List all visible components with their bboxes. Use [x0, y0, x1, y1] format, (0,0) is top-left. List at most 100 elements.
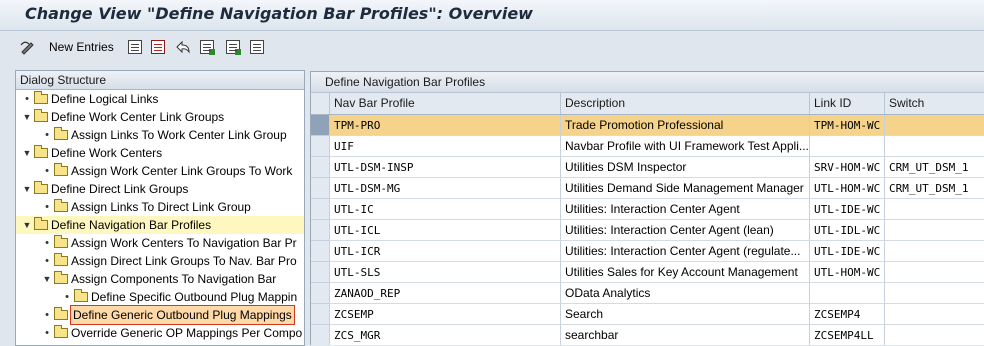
expand-triangle-icon[interactable]: ▼ — [22, 108, 32, 126]
expand-triangle-icon[interactable]: ▼ — [22, 180, 32, 198]
row-selector[interactable] — [311, 283, 329, 304]
tree-item[interactable]: • Assign Links To Work Center Link Group — [16, 126, 287, 144]
tree-item[interactable]: ▼ Define Work Center Link Groups — [16, 108, 224, 126]
row-selector[interactable] — [311, 325, 329, 345]
cell-profile[interactable]: UTL-ICR — [329, 241, 560, 262]
row-selector[interactable] — [311, 241, 329, 262]
cell-description[interactable]: searchbar — [560, 325, 809, 345]
cell-switch[interactable]: CRM_UT_DSM_1 — [884, 157, 984, 178]
row-selector[interactable] — [311, 157, 329, 178]
tree-item[interactable]: ▼ Assign Components To Navigation Bar — [16, 270, 276, 288]
table-row[interactable]: ZCS_MGR searchbar ZCSEMP4LL — [311, 325, 984, 345]
cell-profile[interactable]: UTL-SLS — [329, 262, 560, 283]
undo-icon[interactable] — [175, 38, 191, 56]
cell-switch[interactable] — [884, 262, 984, 283]
cell-description[interactable]: Navbar Profile with UI Framework Test Ap… — [560, 136, 809, 157]
cell-switch[interactable] — [884, 304, 984, 325]
cell-description[interactable]: Search — [560, 304, 809, 325]
table-row[interactable]: UTL-DSM-MG Utilities Demand Side Manageme… — [311, 178, 984, 199]
cell-profile[interactable]: UTL-DSM-INSP — [329, 157, 560, 178]
select-all-column[interactable] — [311, 93, 329, 114]
table-row[interactable]: ZCSEMP Search ZCSEMP4 — [311, 304, 984, 325]
tree-item[interactable]: • Assign Links To Direct Link Group — [16, 198, 251, 216]
cell-description[interactable]: Utilities: Interaction Center Agent (lea… — [560, 220, 809, 241]
row-selector[interactable] — [311, 178, 329, 199]
cell-description[interactable]: OData Analytics — [560, 283, 809, 304]
cell-switch[interactable] — [884, 199, 984, 220]
cell-switch[interactable] — [884, 325, 984, 345]
cell-description[interactable]: Utilities DSM Inspector — [560, 157, 809, 178]
cell-switch[interactable] — [884, 220, 984, 241]
table-row[interactable]: UIF Navbar Profile with UI Framework Test… — [311, 136, 984, 157]
row-selector[interactable] — [311, 199, 329, 220]
cell-switch[interactable]: CRM_UT_DSM_1 — [884, 178, 984, 199]
table-row[interactable]: UTL-ICR Utilities: Interaction Center Age… — [311, 241, 984, 262]
cell-profile[interactable]: ZANAOD_REP — [329, 283, 560, 304]
cell-link-id[interactable]: UTL-HOM-WC — [809, 178, 884, 199]
table-row[interactable]: UTL-IC Utilities: Interaction Center Agen… — [311, 199, 984, 220]
bullet-icon: • — [45, 327, 49, 339]
cell-link-id[interactable] — [809, 283, 884, 304]
cell-link-id[interactable] — [809, 136, 884, 157]
cell-profile[interactable]: UTL-ICL — [329, 220, 560, 241]
column-header-description[interactable]: Description — [560, 93, 809, 114]
row-selector[interactable] — [311, 136, 329, 157]
tree-item[interactable]: • Assign Work Center Link Groups To Work — [16, 162, 292, 180]
row-selector[interactable] — [311, 220, 329, 241]
table-row[interactable]: TPM-PRO Trade Promotion Professional TPM-H… — [311, 115, 984, 136]
table-row[interactable]: UTL-SLS Utilities Sales for Key Account M… — [311, 262, 984, 283]
cell-switch[interactable] — [884, 136, 984, 157]
cell-description[interactable]: Utilities: Interaction Center Agent — [560, 199, 809, 220]
tree-item[interactable]: • Define Specific Outbound Plug Mappin — [16, 288, 297, 306]
cell-profile[interactable]: UTL-IC — [329, 199, 560, 220]
column-header-profile[interactable]: Nav Bar Profile — [329, 93, 560, 114]
cell-description[interactable]: Utilities Sales for Key Account Manageme… — [560, 262, 809, 283]
edit-pen-icon[interactable] — [20, 38, 36, 56]
table-row[interactable]: UTL-DSM-INSP Utilities DSM Inspector SRV-H… — [311, 157, 984, 178]
tree-item[interactable]: ▼ Define Work Centers — [16, 144, 162, 162]
tree-item[interactable]: • Assign Direct Link Groups To Nav. Bar P… — [16, 252, 297, 270]
save-icon[interactable] — [151, 38, 165, 56]
cell-switch[interactable] — [884, 283, 984, 304]
expand-triangle-icon[interactable]: ▼ — [42, 270, 52, 288]
tree-item[interactable]: • Define Generic Outbound Plug Mappings — [16, 305, 295, 325]
column-header-switch[interactable]: Switch — [884, 93, 984, 114]
table-row[interactable]: ZANAOD_REP OData Analytics — [311, 283, 984, 304]
new-entries-label: New Entries — [49, 40, 114, 54]
tree-item[interactable]: • Override Generic OP Mappings Per Compo — [16, 324, 302, 342]
tree-item[interactable]: ▼ Define Navigation Bar Profiles — [16, 216, 304, 234]
cell-profile[interactable]: UIF — [329, 136, 560, 157]
select-block-icon[interactable] — [250, 38, 264, 56]
table-row[interactable]: UTL-ICL Utilities: Interaction Center Age… — [311, 220, 984, 241]
copy-icon[interactable] — [128, 38, 142, 56]
cell-switch[interactable] — [884, 241, 984, 262]
cell-link-id[interactable]: ZCSEMP4 — [809, 304, 884, 325]
cell-profile[interactable]: UTL-DSM-MG — [329, 178, 560, 199]
cell-link-id[interactable]: SRV-HOM-WC — [809, 157, 884, 178]
new-entries-button[interactable]: New Entries — [49, 38, 114, 56]
cell-profile[interactable]: ZCS_MGR — [329, 325, 560, 345]
tree-item[interactable]: ▼ Define Direct Link Groups — [16, 180, 188, 198]
column-header-link-id[interactable]: Link ID — [809, 93, 884, 114]
row-selector[interactable] — [311, 304, 329, 325]
row-selector[interactable] — [311, 115, 329, 136]
expand-triangle-icon[interactable]: ▼ — [22, 144, 32, 162]
cell-link-id[interactable]: UTL-IDL-WC — [809, 220, 884, 241]
cell-link-id[interactable]: ZCSEMP4LL — [809, 325, 884, 345]
tree-item[interactable]: • Define Logical Links — [16, 90, 158, 108]
cell-description[interactable]: Utilities: Interaction Center Agent (reg… — [560, 241, 809, 262]
cell-description[interactable]: Utilities Demand Side Management Manager — [560, 178, 809, 199]
cell-description[interactable]: Trade Promotion Professional — [560, 115, 809, 136]
cell-link-id[interactable]: UTL-IDE-WC — [809, 199, 884, 220]
cell-link-id[interactable]: UTL-HOM-WC — [809, 262, 884, 283]
select-all-icon[interactable] — [200, 38, 215, 56]
cell-switch[interactable] — [884, 115, 984, 136]
expand-triangle-icon[interactable]: ▼ — [22, 216, 32, 234]
cell-profile[interactable]: TPM-PRO — [329, 115, 560, 136]
row-selector[interactable] — [311, 262, 329, 283]
tree-item[interactable]: • Assign Work Centers To Navigation Bar P… — [16, 234, 297, 252]
cell-profile[interactable]: ZCSEMP — [329, 304, 560, 325]
cell-link-id[interactable]: TPM-HOM-WC — [809, 115, 884, 136]
deselect-icon[interactable] — [226, 38, 241, 56]
cell-link-id[interactable]: UTL-IDE-WC — [809, 241, 884, 262]
